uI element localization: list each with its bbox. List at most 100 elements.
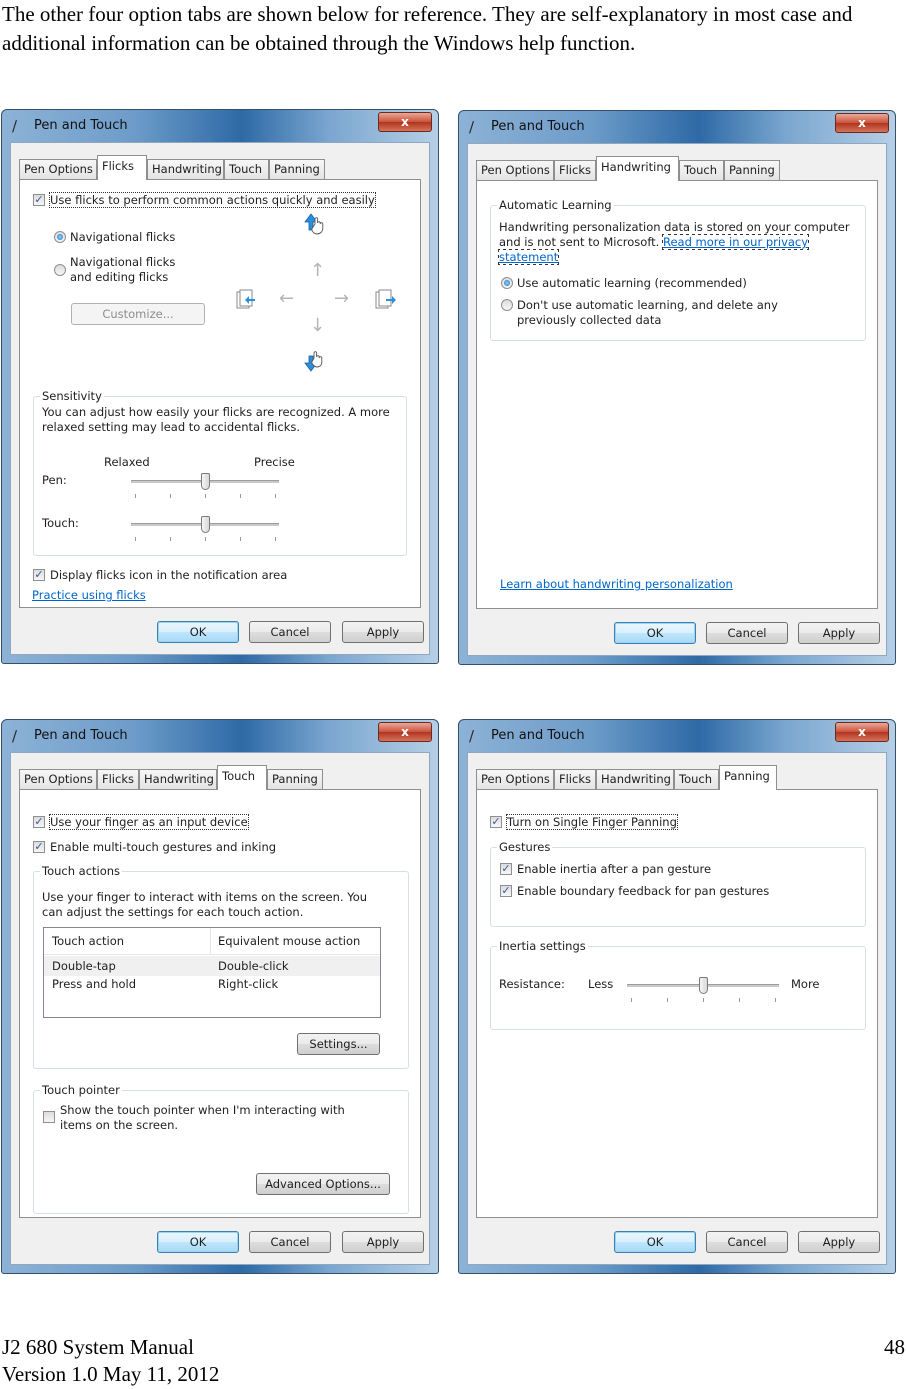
slider-tick xyxy=(703,998,704,1002)
slider-thumb[interactable] xyxy=(201,516,210,533)
use-finger-checkbox[interactable]: ✓ xyxy=(33,816,45,828)
multitouch-label[interactable]: Enable multi-touch gestures and inking xyxy=(50,840,276,854)
tab-handwriting[interactable]: Handwriting xyxy=(147,159,224,179)
column-divider xyxy=(210,928,211,954)
boundary-feedback-checkbox[interactable]: ✓ xyxy=(500,885,512,897)
tab-panning[interactable]: Panning xyxy=(719,765,777,790)
single-finger-panning-label[interactable]: Turn on Single Finger Panning xyxy=(506,814,678,830)
ok-button[interactable]: OK xyxy=(157,621,239,643)
tab-panning[interactable]: Panning xyxy=(724,160,780,180)
cell-touch-action: Press and hold xyxy=(52,977,137,991)
tab-touch[interactable]: Touch xyxy=(679,160,724,180)
boundary-feedback-label[interactable]: Enable boundary feedback for pan gesture… xyxy=(517,884,769,898)
show-pointer-label[interactable]: Show the touch pointer when I'm interact… xyxy=(60,1103,370,1133)
pen-touch-dialog-handwriting: ∕ Pen and Touch x Pen Options Flicks Han… xyxy=(458,110,896,665)
title-bar[interactable]: ∕ Pen and Touch x xyxy=(2,720,438,752)
practice-flicks-link[interactable]: Practice using flicks xyxy=(32,588,146,602)
arrow-up-icon: ↑ xyxy=(310,260,326,281)
automatic-learning-group: Automatic Learning Handwriting personali… xyxy=(490,198,866,341)
slider-tick xyxy=(135,537,136,541)
dont-use-automatic-learning-radio[interactable] xyxy=(501,299,513,311)
settings-button[interactable]: Settings... xyxy=(297,1033,380,1055)
tab-pen-options[interactable]: Pen Options xyxy=(19,769,97,789)
tab-flicks[interactable]: Flicks xyxy=(97,769,139,789)
use-automatic-learning-label[interactable]: Use automatic learning (recommended) xyxy=(517,276,747,290)
cancel-button[interactable]: Cancel xyxy=(249,621,331,643)
inertia-checkbox[interactable]: ✓ xyxy=(500,863,512,875)
navigational-editing-flicks-radio[interactable] xyxy=(54,264,66,276)
close-button[interactable]: x xyxy=(835,722,889,742)
use-automatic-learning-radio[interactable] xyxy=(501,277,513,289)
close-button[interactable]: x xyxy=(835,113,889,133)
cancel-button[interactable]: Cancel xyxy=(249,1231,331,1253)
pen-icon: ∕ xyxy=(469,727,475,745)
pen-sensitivity-slider[interactable] xyxy=(131,473,279,498)
advanced-options-button[interactable]: Advanced Options... xyxy=(256,1173,390,1195)
tab-touch[interactable]: Touch xyxy=(674,769,719,789)
customize-button[interactable]: Customize... xyxy=(71,303,205,325)
apply-button[interactable]: Apply xyxy=(342,621,424,643)
ok-button[interactable]: OK xyxy=(614,1231,696,1253)
window-title: Pen and Touch xyxy=(34,728,128,743)
gestures-group: Gestures ✓ Enable inertia after a pan ge… xyxy=(490,840,866,927)
tab-handwriting[interactable]: Handwriting xyxy=(139,769,217,789)
sensitivity-group: Sensitivity You can adjust how easily yo… xyxy=(33,389,407,556)
tab-pen-options[interactable]: Pen Options xyxy=(19,159,97,179)
column-header-touch-action[interactable]: Touch action xyxy=(52,934,124,948)
navigational-editing-flicks-label[interactable]: Navigational flicks and editing flicks xyxy=(70,255,200,285)
handwriting-description: Handwriting personalization data is stor… xyxy=(497,220,859,265)
window-title: Pen and Touch xyxy=(491,119,585,134)
ok-button[interactable]: OK xyxy=(157,1231,239,1253)
tab-pen-options[interactable]: Pen Options xyxy=(476,769,554,789)
more-label: More xyxy=(791,977,820,991)
table-row[interactable]: Press and hold Right-click xyxy=(44,976,380,996)
apply-button[interactable]: Apply xyxy=(342,1231,424,1253)
tab-panning[interactable]: Panning xyxy=(269,159,325,179)
title-bar[interactable]: ∕ Pen and Touch x xyxy=(2,110,438,142)
column-header-mouse-action[interactable]: Equivalent mouse action xyxy=(218,934,360,948)
resistance-slider[interactable] xyxy=(627,977,779,1002)
close-button[interactable]: x xyxy=(378,112,432,132)
tab-pen-options[interactable]: Pen Options xyxy=(476,160,554,180)
up-flick-hand-icon xyxy=(304,213,324,235)
dont-use-automatic-learning-label[interactable]: Don't use automatic learning, and delete… xyxy=(517,298,837,328)
single-finger-panning-checkbox[interactable]: ✓ xyxy=(490,816,502,828)
touch-sensitivity-slider[interactable] xyxy=(131,516,279,541)
ok-button[interactable]: OK xyxy=(614,622,696,644)
navigational-flicks-label[interactable]: Navigational flicks xyxy=(70,230,175,244)
apply-button[interactable]: Apply xyxy=(798,622,880,644)
slider-thumb[interactable] xyxy=(201,473,210,490)
tab-handwriting[interactable]: Handwriting xyxy=(596,156,679,181)
tab-touch[interactable]: Touch xyxy=(217,765,267,790)
pen-icon: ∕ xyxy=(12,727,18,745)
use-finger-label[interactable]: Use your finger as an input device xyxy=(49,814,249,830)
title-bar[interactable]: ∕ Pen and Touch x xyxy=(459,111,895,143)
tab-flicks[interactable]: Flicks xyxy=(554,160,596,180)
inertia-label[interactable]: Enable inertia after a pan gesture xyxy=(517,862,711,876)
cancel-button[interactable]: Cancel xyxy=(706,622,788,644)
display-flicks-icon-label[interactable]: Display flicks icon in the notification … xyxy=(50,568,287,582)
slider-tick xyxy=(205,494,206,498)
tab-touch[interactable]: Touch xyxy=(224,159,269,179)
tab-panning[interactable]: Panning xyxy=(267,769,323,789)
show-pointer-checkbox[interactable] xyxy=(43,1111,55,1123)
tab-flicks[interactable]: Flicks xyxy=(554,769,596,789)
tab-handwriting[interactable]: Handwriting xyxy=(596,769,674,789)
window-title: Pen and Touch xyxy=(34,118,128,133)
handwriting-panel: Automatic Learning Handwriting personali… xyxy=(476,180,878,609)
touch-pointer-title: Touch pointer xyxy=(40,1083,122,1097)
tab-flicks[interactable]: Flicks xyxy=(97,155,147,180)
navigational-flicks-radio[interactable] xyxy=(54,231,66,243)
apply-button[interactable]: Apply xyxy=(798,1231,880,1253)
display-flicks-icon-checkbox[interactable]: ✓ xyxy=(33,569,45,581)
close-button[interactable]: x xyxy=(378,722,432,742)
use-flicks-checkbox[interactable]: ✓ xyxy=(33,194,45,206)
slider-thumb[interactable] xyxy=(699,977,708,994)
cancel-button[interactable]: Cancel xyxy=(706,1231,788,1253)
title-bar[interactable]: ∕ Pen and Touch x xyxy=(459,720,895,752)
learn-handwriting-link[interactable]: Learn about handwriting personalization xyxy=(500,577,733,591)
table-row[interactable]: Double-tap Double-click xyxy=(44,956,380,976)
cell-mouse-action: Double-click xyxy=(218,959,289,973)
multitouch-checkbox[interactable]: ✓ xyxy=(33,841,45,853)
use-flicks-label[interactable]: Use flicks to perform common actions qui… xyxy=(49,192,376,208)
